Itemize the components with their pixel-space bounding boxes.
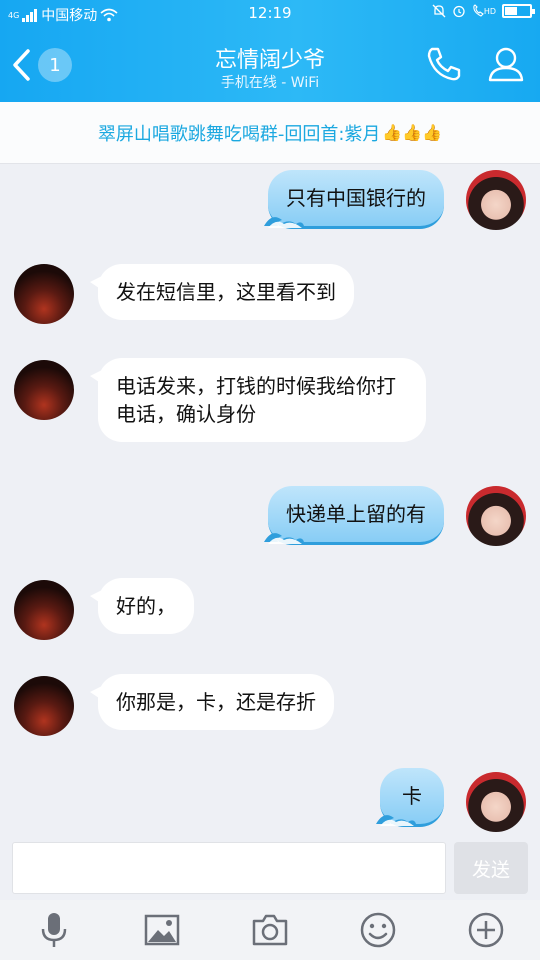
message-input[interactable] [12, 842, 446, 894]
image-icon[interactable] [142, 910, 182, 950]
message-text: 只有中国银行的 [286, 186, 426, 210]
phone-call-button[interactable] [424, 44, 464, 84]
message-row: 电话发来，打钱的时候我给你打电话，确认身份 [0, 358, 540, 454]
message-text: 好的， [116, 594, 176, 618]
profile-button[interactable] [486, 44, 526, 84]
my-avatar[interactable] [466, 486, 526, 546]
contact-avatar[interactable] [14, 580, 74, 640]
message-row: 只有中国银行的 [0, 166, 540, 236]
contact-name: 忘情阔少爷 [214, 48, 325, 73]
wave-decoration-icon [264, 217, 304, 228]
wave-decoration-icon [376, 815, 416, 826]
online-status: 手机在线 - WiFi [220, 75, 320, 91]
hd-call-icon: HD [472, 4, 496, 18]
my-avatar[interactable] [466, 170, 526, 230]
bell-off-icon [432, 4, 446, 18]
hd-label: HD [483, 6, 496, 16]
emoji-icon[interactable] [358, 910, 398, 950]
message-row: 发在短信里，这里看不到 [0, 264, 540, 334]
message-bubble-in[interactable]: 电话发来，打钱的时候我给你打电话，确认身份 [90, 358, 426, 442]
message-row: 卡 [0, 768, 540, 834]
message-row: 你那是，卡，还是存折 [0, 674, 540, 744]
message-bubble-out[interactable]: 卡 [376, 768, 444, 827]
contact-avatar[interactable] [14, 360, 74, 420]
message-text: 快递单上留的有 [286, 502, 426, 526]
send-button[interactable]: 发送 [454, 842, 528, 894]
status-bar: 4G 中国移动 12:19 HD [0, 0, 540, 28]
camera-icon[interactable] [250, 910, 290, 950]
message-text: 发在短信里，这里看不到 [116, 280, 336, 304]
chevron-left-icon [13, 49, 30, 81]
unread-count-badge: 1 [38, 48, 72, 82]
message-bubble-out[interactable]: 只有中国银行的 [264, 170, 444, 229]
thumbs-up-icon: 👍👍👍 [382, 123, 443, 142]
message-bubble-in[interactable]: 好的， [90, 578, 194, 634]
banner-text: 翠屏山唱歌跳舞吃喝群-回回首:紫月 [97, 123, 381, 145]
back-button[interactable]: 1 [10, 45, 80, 85]
plus-icon[interactable] [466, 910, 506, 950]
message-bubble-out[interactable]: 快递单上留的有 [264, 486, 444, 545]
chat-header: 4G 中国移动 12:19 HD 1 忘情阔少爷 手机在线 - WiFi [0, 0, 540, 102]
message-row: 快递单上留的有 [0, 482, 540, 552]
message-text: 卡 [402, 784, 422, 808]
group-banner[interactable]: 翠屏山唱歌跳舞吃喝群-回回首:紫月 👍👍👍 [0, 102, 540, 164]
my-avatar[interactable] [466, 772, 526, 832]
alarm-icon [453, 5, 465, 18]
contact-avatar[interactable] [14, 264, 74, 324]
message-row: 好的， [0, 578, 540, 648]
microphone-icon[interactable] [34, 910, 74, 950]
status-right: HD [432, 4, 535, 18]
input-bar: 发送 [0, 832, 540, 896]
contact-avatar[interactable] [14, 676, 74, 736]
message-bubble-in[interactable]: 发在短信里，这里看不到 [90, 264, 354, 320]
battery-icon [502, 4, 535, 18]
message-text: 电话发来，打钱的时候我给你打电话，确认身份 [116, 374, 396, 426]
wave-decoration-icon [264, 533, 304, 544]
message-bubble-in[interactable]: 你那是，卡，还是存折 [90, 674, 334, 730]
input-toolbar [0, 900, 540, 960]
message-text: 你那是，卡，还是存折 [116, 690, 316, 714]
